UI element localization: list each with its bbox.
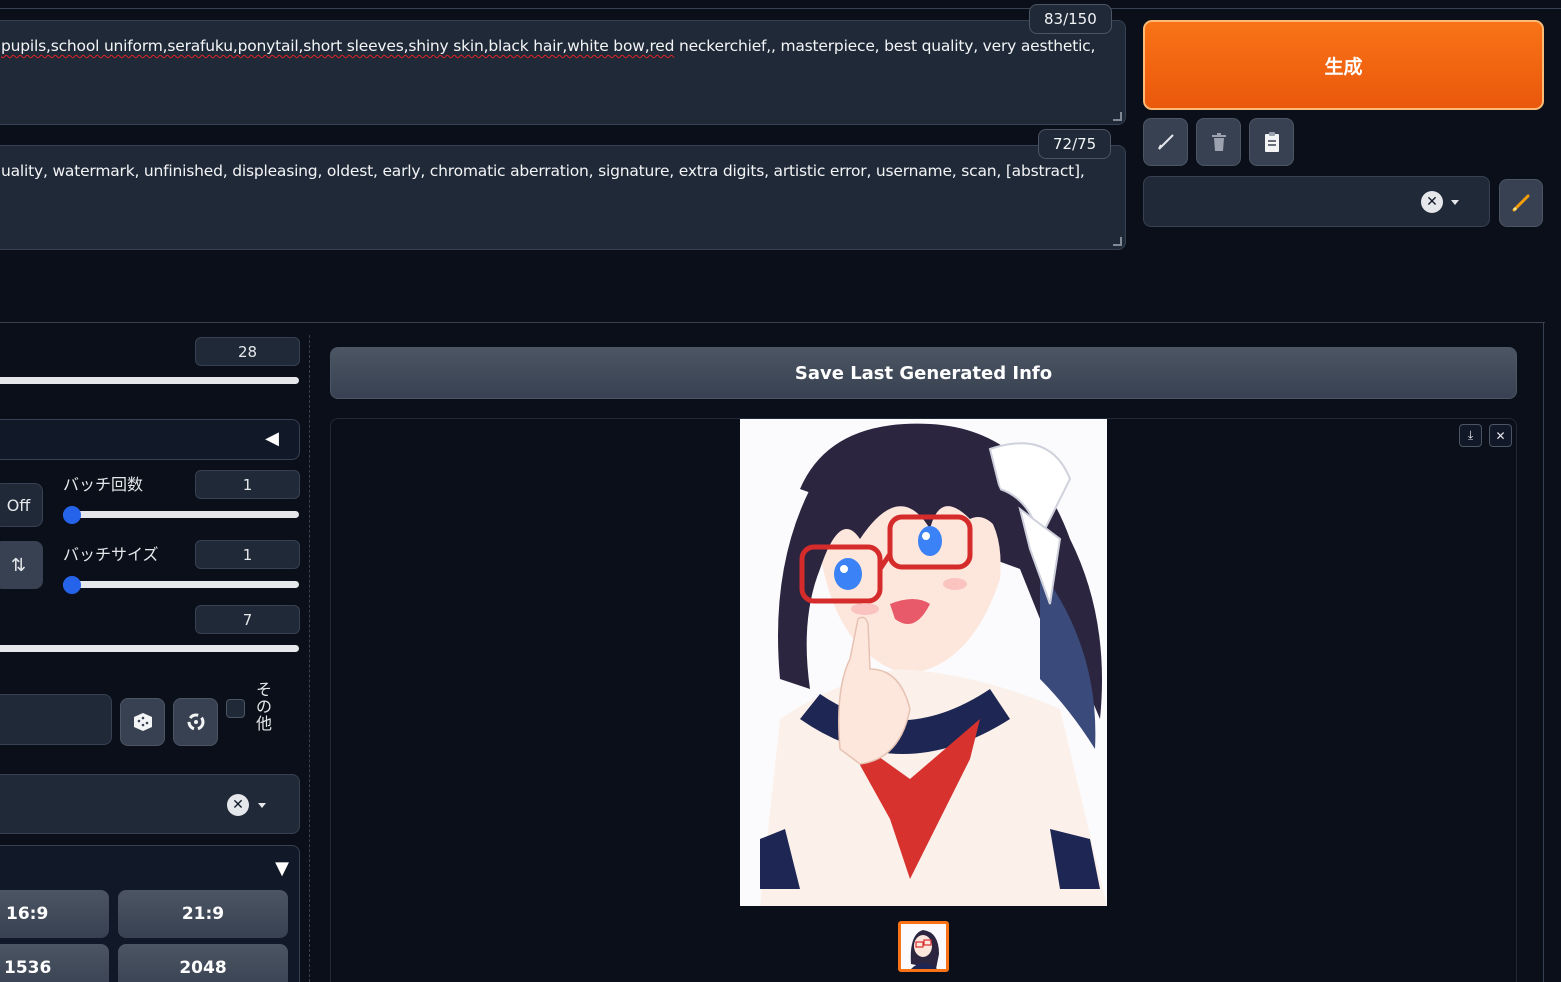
batch-count-label: バッチ回数: [63, 475, 144, 494]
paste-button[interactable]: [1249, 118, 1294, 166]
batch-size-input[interactable]: 1: [195, 540, 300, 569]
thumbnail-image: [901, 924, 946, 969]
batch-count-input[interactable]: 1: [195, 470, 300, 499]
trash-button[interactable]: [1196, 118, 1241, 166]
width-1536-button[interactable]: 1536: [0, 944, 109, 982]
edit-styles-button[interactable]: [1499, 179, 1543, 227]
pencil-icon: [1512, 194, 1530, 212]
swap-dimensions-button[interactable]: ⇅: [0, 541, 43, 589]
batch-size-slider[interactable]: [63, 581, 299, 588]
column-divider: [309, 335, 310, 982]
top-divider: [0, 8, 1561, 9]
negative-prompt-textarea[interactable]: uality, watermark, unfinished, displeasi…: [0, 145, 1126, 250]
random-seed-button[interactable]: [120, 698, 165, 746]
recycle-icon: [187, 713, 204, 731]
pencil-slash-icon: [1157, 134, 1174, 150]
prompt-text: pupils,school uniform,serafuku,ponytail,…: [1, 37, 1096, 55]
panel-border: [0, 322, 1545, 323]
seed-input[interactable]: [0, 694, 112, 745]
prompt-token-counter: 83/150: [1029, 4, 1112, 34]
resize-handle-icon[interactable]: [1113, 237, 1122, 246]
extra-label: その他: [256, 680, 273, 733]
chevron-down-icon: [258, 803, 266, 808]
extra-checkbox[interactable]: [226, 699, 245, 718]
collapse-arrow-icon[interactable]: ◀: [265, 428, 279, 449]
steps-slider[interactable]: [0, 377, 299, 384]
panel-border-right: [1543, 322, 1544, 982]
swap-icon: ⇅: [10, 554, 27, 576]
clipboard-icon: [1264, 132, 1279, 152]
clear-selection-icon[interactable]: ✕: [227, 794, 249, 816]
ratio-21-9-button[interactable]: 21:9: [118, 890, 288, 938]
cfg-scale-slider[interactable]: [0, 645, 299, 652]
dice-icon: [133, 713, 152, 731]
close-icon[interactable]: ✕: [1489, 424, 1512, 447]
cfg-scale-input[interactable]: 7: [195, 605, 300, 634]
width-2048-button[interactable]: 2048: [118, 944, 288, 982]
off-toggle-button[interactable]: Off: [0, 483, 43, 527]
negative-prompt-text: uality, watermark, unfinished, displeasi…: [1, 162, 1085, 180]
save-last-generated-info-button[interactable]: Save Last Generated Info: [330, 347, 1517, 399]
batch-size-slider-thumb[interactable]: [63, 576, 81, 594]
generate-button[interactable]: 生成: [1143, 20, 1544, 110]
batch-size-label: バッチサイズ: [63, 545, 159, 564]
download-icon[interactable]: ⤓: [1459, 424, 1482, 447]
script-dropdown[interactable]: ✕: [0, 774, 300, 834]
clear-prompt-button[interactable]: [1143, 118, 1188, 166]
generated-image[interactable]: [740, 419, 1107, 906]
trash-icon: [1211, 133, 1226, 151]
steps-number-input[interactable]: 28: [195, 337, 300, 366]
batch-count-slider-thumb[interactable]: [63, 506, 81, 524]
anime-girl-illustration: [740, 419, 1107, 906]
hires-accordion[interactable]: ◀: [0, 419, 300, 460]
prompt-textarea[interactable]: pupils,school uniform,serafuku,ponytail,…: [0, 20, 1126, 125]
style-dropdown[interactable]: ✕: [1143, 176, 1490, 227]
gallery-thumbnail[interactable]: [898, 921, 949, 972]
negative-prompt-token-counter: 72/75: [1038, 129, 1112, 159]
expand-arrow-icon[interactable]: ▼: [275, 858, 289, 879]
reuse-seed-button[interactable]: [173, 698, 218, 746]
chevron-down-icon: [1451, 200, 1459, 205]
ratio-16-9-button[interactable]: 16:9: [0, 890, 109, 938]
batch-count-slider[interactable]: [63, 511, 299, 518]
clear-selection-icon[interactable]: ✕: [1421, 191, 1443, 213]
resize-handle-icon[interactable]: [1113, 112, 1122, 121]
